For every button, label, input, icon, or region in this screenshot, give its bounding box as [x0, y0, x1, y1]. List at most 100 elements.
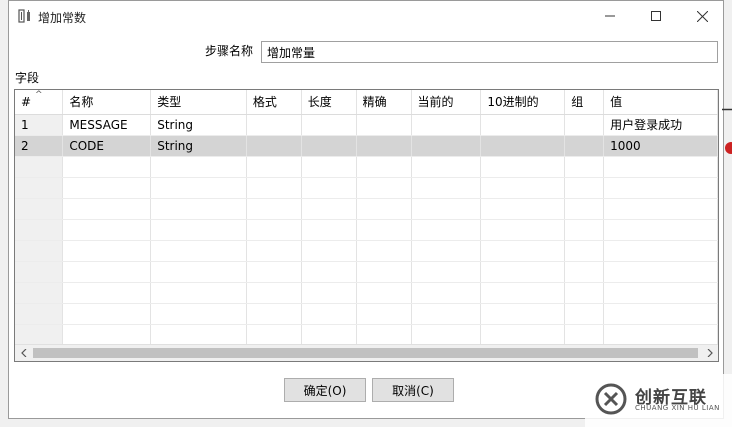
empty-cell[interactable]	[411, 156, 482, 178]
empty-cell[interactable]	[480, 177, 566, 199]
table-row[interactable]: 1 MESSAGE String 用户登录成功	[15, 114, 718, 136]
empty-cell[interactable]	[301, 261, 357, 283]
table-row[interactable]	[15, 198, 718, 220]
cell-type[interactable]: String	[150, 135, 247, 157]
empty-cell[interactable]	[564, 303, 605, 325]
empty-cell[interactable]	[480, 261, 566, 283]
empty-cell[interactable]	[564, 198, 605, 220]
empty-cell[interactable]	[411, 177, 482, 199]
empty-cell[interactable]	[480, 303, 566, 325]
horizontal-scrollbar[interactable]	[15, 344, 718, 361]
col-header-type[interactable]: 类型	[150, 90, 247, 115]
col-header-currency[interactable]: 当前的	[411, 90, 482, 115]
fields-table[interactable]: ^ # 名称 类型 格式 长度 精确 当前的 10进制的 组 值 1 MESSA…	[14, 89, 719, 362]
empty-cell[interactable]	[564, 156, 605, 178]
empty-cell[interactable]	[603, 324, 718, 346]
empty-cell[interactable]	[246, 324, 302, 346]
empty-cell[interactable]	[411, 303, 482, 325]
empty-cell[interactable]	[62, 324, 152, 346]
empty-cell[interactable]	[564, 240, 605, 262]
empty-cell[interactable]	[301, 156, 357, 178]
cell-precision[interactable]	[356, 135, 412, 157]
col-header-number[interactable]: #	[15, 90, 64, 115]
table-row[interactable]	[15, 282, 718, 304]
empty-cell[interactable]	[411, 282, 482, 304]
empty-cell[interactable]	[564, 177, 605, 199]
empty-cell[interactable]	[246, 219, 302, 241]
cell-currency[interactable]	[411, 114, 482, 136]
cell-precision[interactable]	[356, 114, 412, 136]
empty-cell[interactable]	[246, 261, 302, 283]
cell-group[interactable]	[564, 114, 605, 136]
cell-decimal[interactable]	[480, 135, 566, 157]
cell-decimal[interactable]	[480, 114, 566, 136]
empty-cell[interactable]	[411, 198, 482, 220]
empty-cell[interactable]	[356, 156, 412, 178]
empty-cell[interactable]	[150, 282, 247, 304]
table-row[interactable]	[15, 261, 718, 283]
empty-cell[interactable]	[62, 240, 152, 262]
empty-cell[interactable]	[356, 198, 412, 220]
empty-cell[interactable]	[356, 177, 412, 199]
empty-cell[interactable]	[150, 261, 247, 283]
empty-cell[interactable]	[603, 219, 718, 241]
empty-cell[interactable]	[603, 177, 718, 199]
empty-cell[interactable]	[301, 219, 357, 241]
empty-cell[interactable]	[62, 282, 152, 304]
scroll-left-button[interactable]	[15, 345, 32, 361]
empty-cell[interactable]	[603, 240, 718, 262]
empty-cell[interactable]	[411, 261, 482, 283]
empty-cell[interactable]	[603, 156, 718, 178]
empty-cell[interactable]	[62, 219, 152, 241]
empty-cell[interactable]	[150, 198, 247, 220]
empty-cell[interactable]	[356, 261, 412, 283]
cell-type[interactable]: String	[150, 114, 247, 136]
cell-format[interactable]	[246, 135, 302, 157]
empty-cell[interactable]	[301, 324, 357, 346]
scrollbar-thumb[interactable]	[33, 348, 698, 358]
empty-cell[interactable]	[246, 156, 302, 178]
cell-format[interactable]	[246, 114, 302, 136]
empty-cell[interactable]	[246, 240, 302, 262]
empty-cell[interactable]	[62, 261, 152, 283]
scroll-right-button[interactable]	[701, 345, 718, 361]
cell-length[interactable]	[301, 114, 357, 136]
empty-cell[interactable]	[356, 303, 412, 325]
empty-cell[interactable]	[62, 198, 152, 220]
col-header-length[interactable]: 长度	[301, 90, 357, 115]
empty-cell[interactable]	[246, 303, 302, 325]
empty-cell[interactable]	[480, 156, 566, 178]
table-row[interactable]	[15, 324, 718, 346]
empty-cell[interactable]	[480, 282, 566, 304]
close-button[interactable]	[679, 1, 725, 31]
table-row[interactable]: 2 CODE String 1000	[15, 135, 718, 157]
empty-cell[interactable]	[246, 282, 302, 304]
col-header-format[interactable]: 格式	[246, 90, 302, 115]
empty-cell[interactable]	[356, 282, 412, 304]
step-name-input[interactable]	[261, 41, 718, 63]
empty-cell[interactable]	[246, 177, 302, 199]
empty-cell[interactable]	[480, 324, 566, 346]
empty-cell[interactable]	[62, 156, 152, 178]
col-header-value[interactable]: 值	[603, 90, 718, 115]
empty-cell[interactable]	[301, 177, 357, 199]
empty-cell[interactable]	[150, 303, 247, 325]
empty-cell[interactable]	[603, 198, 718, 220]
table-row[interactable]	[15, 219, 718, 241]
cell-currency[interactable]	[411, 135, 482, 157]
empty-cell[interactable]	[603, 303, 718, 325]
empty-cell[interactable]	[150, 177, 247, 199]
empty-cell[interactable]	[356, 240, 412, 262]
ok-button[interactable]: 确定(O)	[284, 378, 366, 402]
cancel-button[interactable]: 取消(C)	[372, 378, 454, 402]
empty-cell[interactable]	[564, 282, 605, 304]
empty-cell[interactable]	[480, 219, 566, 241]
empty-cell[interactable]	[411, 324, 482, 346]
table-row[interactable]	[15, 303, 718, 325]
empty-cell[interactable]	[564, 219, 605, 241]
empty-cell[interactable]	[150, 156, 247, 178]
table-row[interactable]	[15, 240, 718, 262]
empty-cell[interactable]	[301, 303, 357, 325]
empty-cell[interactable]	[301, 240, 357, 262]
minimize-button[interactable]	[587, 1, 633, 31]
